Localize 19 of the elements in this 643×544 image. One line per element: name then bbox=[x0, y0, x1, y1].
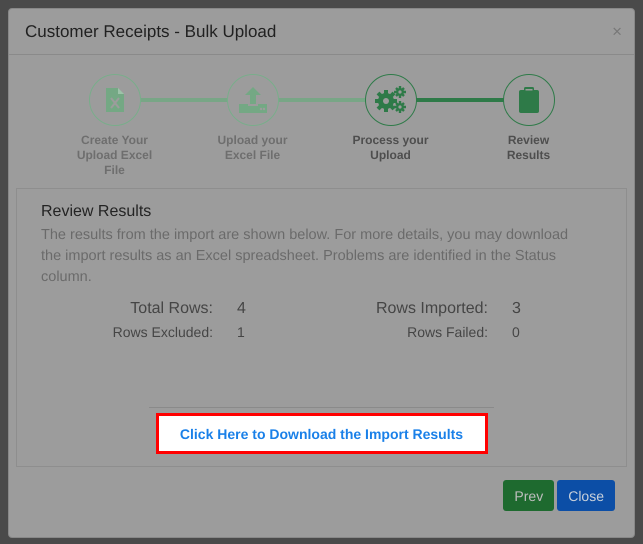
step-label: Process your Upload bbox=[351, 133, 430, 163]
stat-value: 3 bbox=[512, 300, 522, 318]
spreadsheet-file-icon bbox=[106, 88, 124, 112]
stat-value: 1 bbox=[237, 324, 246, 340]
stat-label: Rows Excluded: bbox=[112, 324, 213, 340]
dialog-title: Customer Receipts - Bulk Upload bbox=[25, 22, 276, 42]
stat-label: Rows Failed: bbox=[406, 324, 488, 340]
stat-label: Total Rows: bbox=[129, 300, 213, 318]
clipboard-icon bbox=[518, 87, 538, 113]
download-link[interactable]: Click Here to Download the Import Results bbox=[156, 413, 488, 454]
gears-icon bbox=[374, 86, 406, 114]
stat-value: 0 bbox=[512, 324, 521, 340]
upload-icon bbox=[238, 87, 266, 113]
step-label: Review Results bbox=[506, 133, 552, 163]
stat-label: Rows Imported: bbox=[374, 300, 488, 318]
close-button[interactable]: Close bbox=[557, 480, 615, 511]
section-title: Review Results bbox=[41, 203, 152, 221]
stat-value: 4 bbox=[237, 300, 247, 318]
prev-button[interactable]: Prev bbox=[503, 480, 554, 511]
